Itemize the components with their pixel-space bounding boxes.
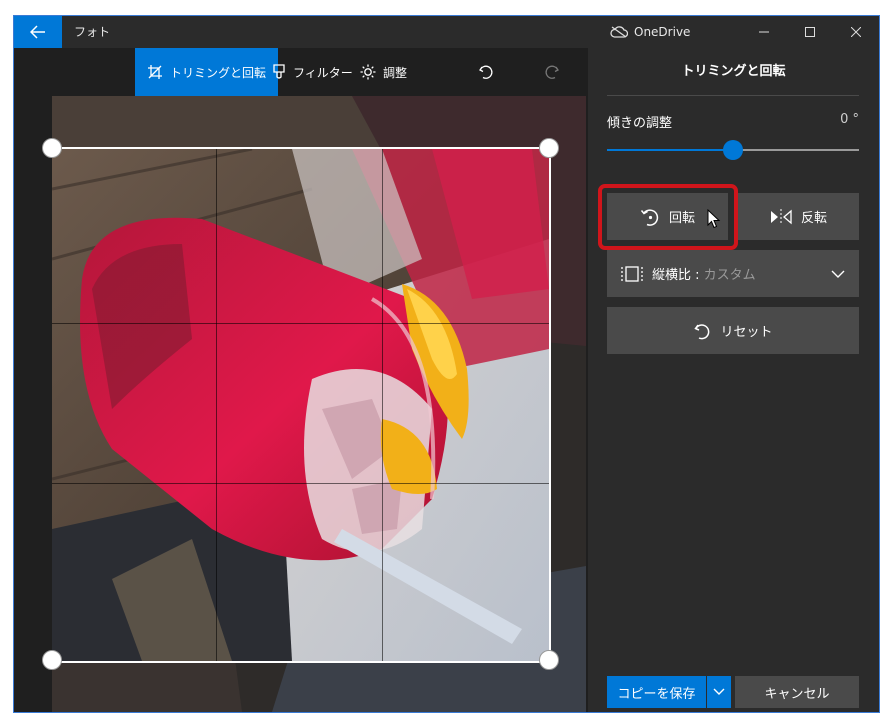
straighten-value: 0 ° (840, 112, 859, 127)
straighten-slider[interactable] (607, 140, 859, 160)
crop-handle-bottom-right[interactable] (539, 650, 559, 670)
photo-image (52, 149, 549, 661)
image-canvas[interactable] (52, 96, 586, 712)
onedrive-status[interactable]: OneDrive (610, 16, 690, 48)
aspect-ratio-dropdown[interactable]: 縦横比 : カスタム (607, 250, 859, 297)
crop-handle-top-left[interactable] (42, 138, 62, 158)
crop-handle-bottom-left[interactable] (42, 650, 62, 670)
flip-icon (770, 208, 792, 225)
aspect-text: 縦横比 : カスタム (652, 264, 756, 283)
redo-icon (545, 65, 559, 79)
chevron-down-icon (831, 270, 845, 278)
tab-filter-label: フィルター (293, 65, 353, 80)
flip-button[interactable]: 反転 (738, 193, 859, 240)
title-bar: フォト OneDrive (14, 16, 879, 48)
redo-button[interactable] (532, 48, 572, 96)
crop-icon (147, 64, 163, 80)
app-title: フォト (74, 25, 111, 39)
tab-adjust[interactable]: 調整 (348, 48, 419, 96)
save-copy-label: コピーを保存 (617, 686, 696, 702)
chevron-down-icon (713, 688, 725, 695)
grid-line (52, 323, 549, 324)
save-options-button[interactable] (707, 676, 731, 708)
back-arrow-icon (30, 25, 45, 39)
grid-line (52, 483, 549, 484)
slider-thumb[interactable] (723, 140, 743, 160)
onedrive-label: OneDrive (634, 25, 691, 39)
slider-fill (607, 149, 733, 151)
grid-line (382, 149, 383, 661)
mouse-cursor-icon (707, 209, 721, 229)
flip-label: 反転 (800, 211, 827, 226)
editor-toolbar: トリミングと回転 フィルター 調整 (14, 48, 588, 96)
tab-adjust-label: 調整 (383, 65, 408, 80)
crop-region[interactable] (52, 147, 551, 663)
cloud-icon (610, 26, 628, 38)
straighten-label: 傾きの調整 (607, 116, 673, 131)
grid-line (216, 149, 217, 661)
tab-crop-rotate-label: トリミングと回転 (170, 65, 267, 80)
save-copy-button[interactable]: コピーを保存 (607, 676, 706, 708)
maximize-icon (805, 27, 815, 37)
cancel-label: キャンセル (764, 686, 830, 702)
brush-icon (272, 64, 286, 80)
crop-handle-top-right[interactable] (539, 138, 559, 158)
aspect-value: カスタム (703, 268, 756, 283)
close-button[interactable] (833, 16, 879, 48)
panel-title: トリミングと回転 (681, 64, 786, 79)
close-icon (851, 27, 861, 37)
cancel-button[interactable]: キャンセル (735, 676, 859, 708)
minimize-icon (759, 31, 769, 33)
minimize-button[interactable] (741, 16, 787, 48)
undo-icon (479, 65, 493, 79)
aspect-ratio-icon (621, 265, 643, 282)
brightness-icon (360, 64, 376, 80)
crop-rotate-panel: トリミングと回転 傾きの調整 0 ° 回転 反転 縦横比: カスタム リセット… (588, 48, 879, 712)
divider (607, 95, 859, 96)
back-button[interactable] (14, 16, 62, 48)
undo-button[interactable] (466, 48, 506, 96)
photos-window: フォト OneDrive トリミングと回転 フィルター 調整 トリミングと回転 … (13, 15, 880, 713)
maximize-button[interactable] (787, 16, 833, 48)
reset-button[interactable]: リセット (607, 307, 859, 354)
tab-crop-rotate[interactable]: トリミングと回転 (135, 48, 279, 96)
aspect-label: 縦横比 : (652, 268, 704, 283)
reset-label: リセット (720, 325, 773, 340)
reset-icon (694, 323, 710, 339)
